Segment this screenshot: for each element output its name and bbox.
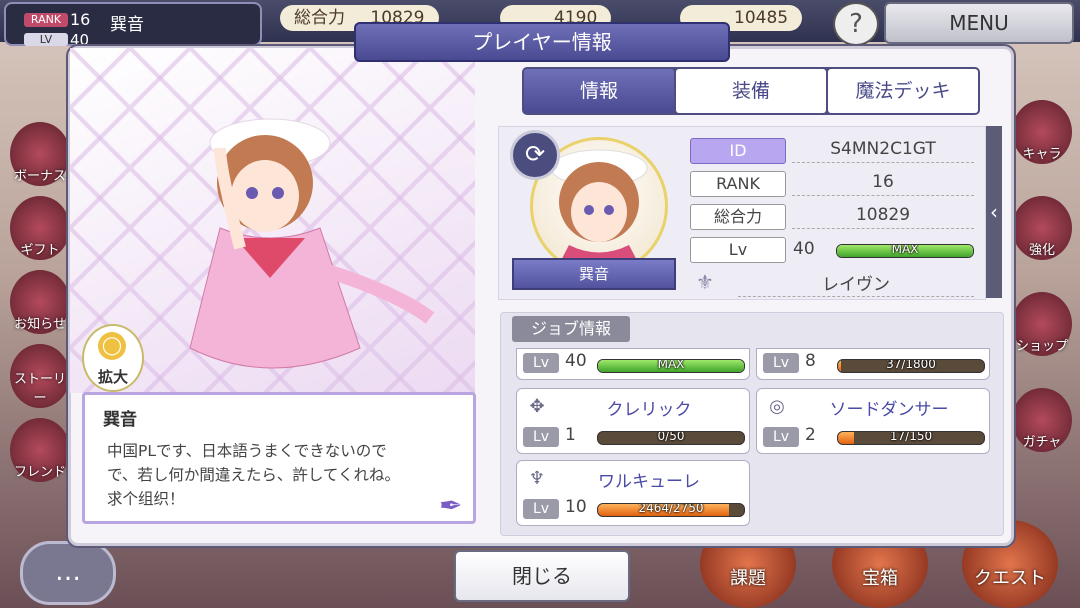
job-exp-bar-text: 0/50 [657, 431, 685, 443]
job-exp-bar-text: 2464/2750 [638, 503, 704, 515]
gacha-label: ガチャ [1022, 435, 1062, 450]
job-exp-bar: 0/50 [597, 431, 745, 445]
bonus-label: ボーナス [13, 169, 66, 184]
story-button[interactable]: ストーリー [10, 344, 70, 408]
notice-button[interactable]: お知らせ [10, 270, 70, 334]
player-lv-bar-text: MAX [891, 244, 919, 256]
job-card-cleric[interactable]: ✥ クレリック Lv 1 0/50 [516, 388, 750, 454]
lv-badge: LV [24, 33, 68, 46]
dialog-title: プレイヤー情報 [354, 22, 730, 62]
rank-badge: RANK [24, 13, 68, 27]
job-info-title: ジョブ情報 [512, 316, 630, 342]
player-name-ribbon: 巽音 [512, 258, 676, 290]
job-lv-label: Lv [763, 353, 799, 373]
total-power-label: 総合力 [294, 8, 345, 28]
story-label: ストーリー [13, 372, 66, 406]
quest-label: クエスト [974, 568, 1046, 589]
quill-pen-icon[interactable]: ✒ [439, 489, 479, 529]
chat-button[interactable]: … [20, 541, 116, 605]
job-lv-value: 2 [805, 425, 816, 445]
job-exp-bar-text: 37/1800 [886, 359, 936, 371]
friend-button[interactable]: フレンド [10, 418, 70, 482]
info-tabs: 情報 装備 魔法デッキ [522, 67, 980, 115]
help-button[interactable]: ? [833, 2, 879, 46]
character-button[interactable]: キャラ [1012, 100, 1072, 164]
gift-label: ギフト [20, 243, 60, 258]
job-lv-label: Lv [523, 499, 559, 519]
job-name: ソードダンサー [829, 400, 949, 420]
cross-icon: ✥ [529, 396, 545, 417]
job-exp-bar-text: 17/150 [889, 431, 933, 443]
rank-value: 16 [792, 169, 974, 196]
tab-info[interactable]: 情報 [524, 69, 674, 113]
id-value: S4MN2C1GT [792, 136, 974, 163]
shop-label: ショップ [1015, 339, 1068, 354]
collapse-chevron-icon[interactable]: ‹ [986, 126, 1002, 298]
job-lv-value: 40 [565, 351, 587, 371]
guild-emblem-icon: ⚜ [696, 270, 714, 294]
menu-button[interactable]: MENU [884, 2, 1074, 44]
rank-number: 16 [70, 10, 91, 29]
job-card-valkyrie[interactable]: ♆ ワルキューレ Lv 10 2464/2750 [516, 460, 750, 526]
valkyrie-icon: ♆ [528, 468, 546, 489]
tasks-label: 課題 [730, 568, 766, 589]
power-label: 総合力 [690, 204, 786, 230]
rank-label: RANK [690, 171, 786, 197]
magnifier-icon: ◯ [98, 332, 126, 360]
chat-bubble-icon: … [55, 557, 81, 587]
job-lv-label: Lv [523, 427, 559, 447]
friend-label: フレンド [13, 465, 66, 480]
gift-button[interactable]: ギフト [10, 196, 70, 260]
job-name: ワルキューレ [598, 472, 700, 492]
profile-message: 中国PLです、日本語うまくできないので で、若し何か間違えたら、許してくれね。 … [107, 442, 400, 508]
close-button[interactable]: 閉じる [454, 550, 630, 602]
lv-label: Lv [690, 237, 786, 263]
job-card-sword-dancer[interactable]: ◎ ソードダンサー Lv 2 17/150 [756, 388, 990, 454]
job-exp-bar: MAX [597, 359, 745, 373]
tab-magic-deck[interactable]: 魔法デッキ [828, 69, 978, 113]
player-name-top: 巽音 [110, 15, 144, 35]
enhance-button[interactable]: 強化 [1012, 196, 1072, 260]
job-exp-bar: 37/1800 [837, 359, 985, 373]
gacha-button[interactable]: ガチャ [1012, 388, 1072, 452]
job-lv-label: Lv [763, 427, 799, 447]
tab-equipment[interactable]: 装備 [676, 69, 826, 113]
zoom-button[interactable]: ◯ 拡大 [82, 324, 144, 392]
profile-message-box: 巽音 中国PLです、日本語うまくできないので で、若し何か間違えたら、許してくれ… [82, 392, 476, 524]
character-label: キャラ [1022, 147, 1062, 162]
notice-label: お知らせ [14, 317, 66, 332]
job-exp-bar: 17/150 [837, 431, 985, 445]
zoom-label: 拡大 [97, 368, 128, 386]
player-lv-bar: MAX [836, 244, 974, 258]
profile-name: 巽音 [103, 410, 137, 430]
job-lv-value: 1 [565, 425, 576, 445]
job-lv-value: 8 [805, 351, 816, 371]
guild-name: レイヴン [738, 270, 974, 297]
player-rank-box[interactable]: RANK 16 LV 40 巽音 [4, 2, 262, 49]
power-value: 10829 [792, 202, 974, 229]
lv-value: 40 [793, 239, 815, 259]
job-name: クレリック [606, 400, 692, 420]
job-card-partial[interactable]: Lv 40 MAX [516, 348, 750, 380]
treasure-label: 宝箱 [862, 568, 898, 589]
shop-button[interactable]: ショップ [1012, 292, 1072, 356]
enhance-label: 強化 [1028, 243, 1055, 258]
swirl-icon: ◎ [769, 396, 785, 417]
refresh-icon[interactable]: ⟳ [510, 130, 560, 180]
bonus-button[interactable]: ボーナス [10, 122, 70, 186]
job-exp-bar-text: MAX [657, 359, 685, 371]
job-lv-value: 10 [565, 497, 587, 517]
job-exp-bar: 2464/2750 [597, 503, 745, 517]
currency-2-value: 10485 [734, 8, 789, 28]
id-label: ID [690, 138, 786, 164]
job-lv-label: Lv [523, 353, 559, 373]
job-card-partial[interactable]: Lv 8 37/1800 [756, 348, 990, 380]
